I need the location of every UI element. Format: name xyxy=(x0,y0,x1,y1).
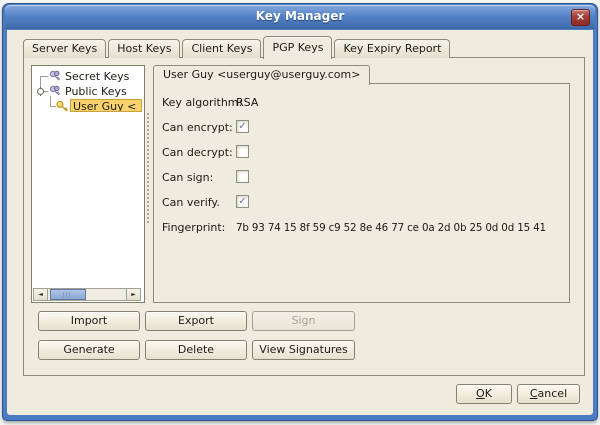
key-manager-window: Key Manager × Server Keys Host Keys Clie… xyxy=(2,3,598,421)
sign-button: Sign xyxy=(252,311,355,331)
key-algorithm-label: Key algorithm: xyxy=(162,96,242,109)
fingerprint-label: Fingerprint: xyxy=(162,221,225,234)
can-encrypt-checkbox[interactable]: ✓ xyxy=(236,120,249,133)
key-detail-panel: Key algorithm: RSA Can encrypt: ✓ Can de… xyxy=(153,83,570,303)
tab-server-keys[interactable]: Server Keys xyxy=(23,39,106,58)
tree-item-user-guy[interactable]: User Guy < xyxy=(32,99,144,114)
ok-button[interactable]: OK xyxy=(456,384,512,404)
can-sign-row: Can sign: xyxy=(154,171,569,185)
can-decrypt-label: Can decrypt: xyxy=(162,146,233,159)
can-encrypt-row: Can encrypt: ✓ xyxy=(154,121,569,135)
tree-item-label: Secret Keys xyxy=(65,70,129,83)
tree-item-label: Public Keys xyxy=(65,85,127,98)
tab-host-keys[interactable]: Host Keys xyxy=(108,39,180,58)
scroll-left-icon: ◄ xyxy=(38,291,43,298)
check-icon: ✓ xyxy=(238,121,246,132)
titlebar[interactable]: Key Manager × xyxy=(5,5,595,29)
tree-hscrollbar: ◄ ► xyxy=(33,288,141,301)
scroll-left-button[interactable]: ◄ xyxy=(34,289,48,300)
splitter-handle[interactable] xyxy=(144,65,153,301)
tab-client-keys[interactable]: Client Keys xyxy=(182,39,261,58)
ok-button-label: K xyxy=(485,387,492,400)
cancel-button-mnemonic: C xyxy=(530,387,538,400)
key-algorithm-value: RSA xyxy=(236,96,258,109)
view-signatures-button[interactable]: View Signatures xyxy=(252,340,355,360)
fingerprint-value: 7b 93 74 15 8f 59 c9 52 8e 46 77 ce 0a 2… xyxy=(236,222,546,234)
window-title: Key Manager xyxy=(5,9,595,23)
tree-item-secret-keys[interactable]: Secret Keys xyxy=(32,69,144,84)
can-verify-label: Can verify. xyxy=(162,196,220,209)
scroll-right-icon: ► xyxy=(131,291,136,298)
tab-pgp-keys[interactable]: PGP Keys xyxy=(263,36,332,59)
dialog-body: Server Keys Host Keys Client Keys PGP Ke… xyxy=(7,30,593,415)
close-button[interactable]: × xyxy=(571,9,590,26)
can-decrypt-checkbox[interactable] xyxy=(236,145,249,158)
check-icon: ✓ xyxy=(238,196,246,207)
cancel-button-label: ancel xyxy=(538,387,568,400)
ok-button-mnemonic: O xyxy=(476,387,485,400)
can-sign-label: Can sign: xyxy=(162,171,213,184)
keys-icon xyxy=(49,70,62,83)
pgp-keys-panel: Secret Keys Public Keys xyxy=(23,57,585,376)
delete-button[interactable]: Delete xyxy=(145,340,247,360)
can-encrypt-label: Can encrypt: xyxy=(162,121,233,134)
cancel-button[interactable]: Cancel xyxy=(517,384,580,404)
key-detail-tab-label: User Guy <userguy@userguy.com> xyxy=(163,68,360,81)
import-button[interactable]: Import xyxy=(38,311,140,331)
key-detail-tab[interactable]: User Guy <userguy@userguy.com> xyxy=(153,65,370,85)
export-button[interactable]: Export xyxy=(145,311,247,331)
can-verify-checkbox[interactable]: ✓ xyxy=(236,195,249,208)
scroll-right-button[interactable]: ► xyxy=(126,289,140,300)
key-icon xyxy=(56,100,69,113)
tab-bar: Server Keys Host Keys Client Keys PGP Ke… xyxy=(23,34,450,58)
tree-selected-item-label: User Guy < xyxy=(70,99,142,112)
fingerprint-row: Fingerprint: 7b 93 74 15 8f 59 c9 52 8e … xyxy=(154,221,569,235)
keys-icon xyxy=(49,85,62,98)
scroll-thumb[interactable] xyxy=(50,289,86,300)
can-verify-row: Can verify. ✓ xyxy=(154,196,569,210)
screen: Key Manager × Server Keys Host Keys Clie… xyxy=(0,0,600,425)
tab-key-expiry-report[interactable]: Key Expiry Report xyxy=(334,39,450,58)
generate-button[interactable]: Generate xyxy=(38,340,140,360)
key-algorithm-row: Key algorithm: RSA xyxy=(154,96,569,110)
tree-item-public-keys[interactable]: Public Keys xyxy=(32,84,144,99)
key-tree-panel: Secret Keys Public Keys xyxy=(31,65,145,303)
can-decrypt-row: Can decrypt: xyxy=(154,146,569,160)
can-sign-checkbox[interactable] xyxy=(236,170,249,183)
close-icon: × xyxy=(576,10,585,23)
scroll-track[interactable] xyxy=(48,289,126,300)
